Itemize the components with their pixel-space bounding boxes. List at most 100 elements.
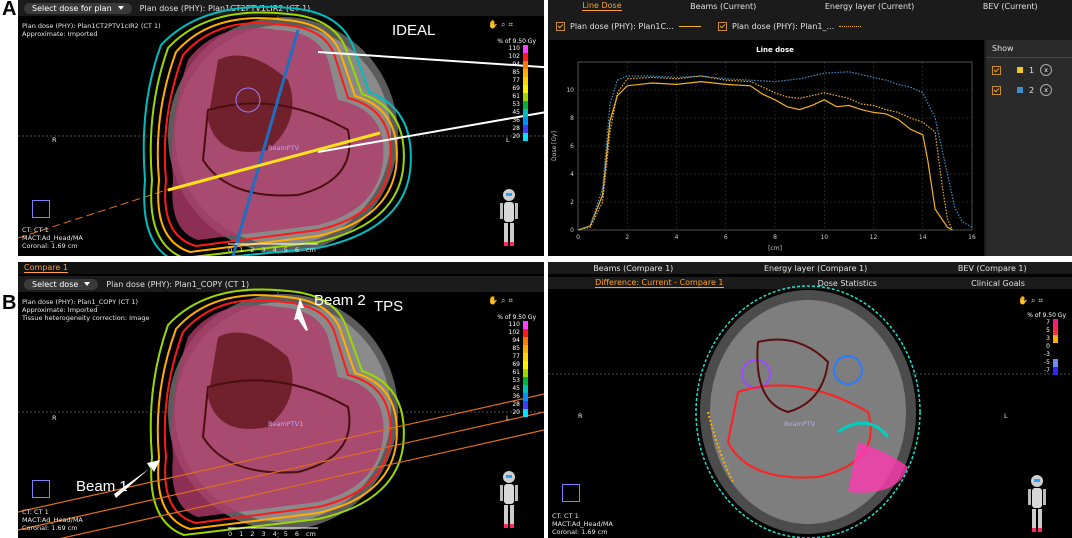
scale-tick: 5 bbox=[283, 246, 288, 254]
tab-beams-current[interactable]: Beams (Current) bbox=[690, 2, 756, 11]
legend-swatch bbox=[523, 69, 528, 77]
ct-dose-image-a[interactable] bbox=[18, 0, 544, 256]
y-tick-label: 0 bbox=[570, 227, 574, 234]
legend-swatch bbox=[523, 109, 528, 117]
legend-header: % of 9.50 Gy bbox=[497, 314, 536, 321]
legend-value: 28 bbox=[512, 401, 520, 408]
legend-row: 20 bbox=[484, 409, 536, 417]
target-label: BeamPTV1 bbox=[268, 420, 304, 428]
legend-row: 85 bbox=[484, 345, 536, 353]
y-axis-label: Dose [Gy] bbox=[551, 131, 558, 161]
legend-value: 110 bbox=[508, 45, 520, 52]
legend-swatch bbox=[523, 385, 528, 393]
beam-2-label: Beam 2 bbox=[314, 292, 366, 309]
tps-tag: TPS bbox=[374, 298, 404, 315]
hand-icon[interactable]: ✋ bbox=[488, 20, 498, 30]
plan2-check-label: Plan dose (PHY): Plan1_... bbox=[732, 22, 835, 31]
ruler-icon[interactable]: ⌗ bbox=[508, 296, 513, 306]
panel-c-tabs: Line Dose Beams (Current) Energy layer (… bbox=[548, 0, 1072, 12]
legend-row: 20 bbox=[484, 133, 536, 141]
legend-row: 102 bbox=[484, 329, 536, 337]
scale-unit: cm bbox=[305, 530, 316, 538]
hand-icon[interactable]: ✋ bbox=[1018, 296, 1028, 306]
panel-c-line-dose: Line Dose Beams (Current) Energy layer (… bbox=[548, 0, 1072, 256]
legend-header: % of 9.50 Gy bbox=[497, 38, 536, 45]
legend-row: 36 bbox=[484, 393, 536, 401]
series-line-1 bbox=[577, 80, 953, 231]
scale-tick: 0 bbox=[228, 246, 233, 254]
legend-row: 94 bbox=[484, 61, 536, 69]
tab-bev-current[interactable]: BEV (Current) bbox=[983, 2, 1038, 11]
legend-value: -3 bbox=[1044, 351, 1050, 358]
orientation-figure-icon[interactable] bbox=[498, 470, 520, 528]
ct-difference-image[interactable] bbox=[548, 262, 1072, 538]
legend-row: 102 bbox=[484, 53, 536, 61]
figure-letter-b: B bbox=[2, 292, 17, 314]
legend-value: 102 bbox=[508, 329, 520, 336]
legend-swatch bbox=[523, 77, 528, 85]
legend-row: 5 bbox=[1014, 327, 1066, 335]
scale-tick: 6 bbox=[294, 246, 299, 254]
scale-tick: 6 bbox=[294, 530, 299, 538]
legend-row: -5 bbox=[1014, 359, 1066, 367]
panel-b-dose-view: Compare 1 Select dose Plan dose (PHY): P… bbox=[18, 262, 544, 538]
orientation-cube-icon[interactable] bbox=[32, 200, 50, 218]
show-row-1: 1 x bbox=[986, 58, 1072, 82]
zoom-icon[interactable]: ⌕ bbox=[501, 20, 505, 30]
bottom-line-2: MACT:Ad_Head/MA bbox=[22, 516, 83, 524]
remove-line-1-button[interactable]: x bbox=[1040, 64, 1053, 76]
plan1-checkbox[interactable] bbox=[556, 22, 565, 31]
plan2-checkbox[interactable] bbox=[718, 22, 727, 31]
difference-legend: % of 9.50 Gy 7 5 3 0 -3 -5 -7 bbox=[1014, 312, 1066, 375]
y-tick-label: 2 bbox=[570, 199, 574, 206]
legend-value: 20 bbox=[512, 409, 520, 416]
plan1-check-label: Plan dose (PHY): Plan1C... bbox=[570, 22, 674, 31]
legend-row: 53 bbox=[484, 377, 536, 385]
x-tick-label: 6 bbox=[724, 234, 728, 241]
orientation-cube-icon[interactable] bbox=[32, 480, 50, 498]
ct-dose-image-b[interactable] bbox=[18, 262, 544, 538]
tab-energy-layer-current[interactable]: Energy layer (Current) bbox=[825, 2, 914, 11]
x-tick-label: 14 bbox=[919, 234, 927, 241]
side-left-r: R bbox=[52, 414, 57, 422]
bottom-line-3: Coronal: 1.69 cm bbox=[552, 528, 608, 536]
plan2-line-swatch bbox=[839, 26, 862, 27]
legend-value: 69 bbox=[512, 361, 520, 368]
scale-tick: 3 bbox=[261, 246, 266, 254]
scale-tick: 0 bbox=[228, 530, 233, 538]
show-checkbox-2[interactable] bbox=[992, 85, 1001, 95]
legend-swatch bbox=[523, 401, 528, 409]
orientation-figure-icon[interactable] bbox=[1026, 474, 1048, 532]
legend-row: 3 bbox=[1014, 335, 1066, 343]
tab-line-dose[interactable]: Line Dose bbox=[582, 1, 622, 11]
legend-value: 94 bbox=[512, 61, 520, 68]
scale-tick: 1 bbox=[239, 246, 244, 254]
side-right-l: L bbox=[1004, 412, 1008, 420]
legend-swatch bbox=[523, 125, 528, 133]
scale-tick: 2 bbox=[250, 530, 255, 538]
show-row-2: 2 x bbox=[986, 82, 1072, 98]
zoom-icon[interactable]: ⌕ bbox=[1031, 296, 1035, 306]
x-tick-label: 2 bbox=[625, 234, 629, 241]
legend-swatch bbox=[523, 345, 528, 353]
hand-icon[interactable]: ✋ bbox=[488, 296, 498, 306]
show-checkbox-1[interactable] bbox=[992, 65, 1001, 75]
remove-line-2-button[interactable]: x bbox=[1040, 84, 1053, 96]
legend-swatch bbox=[523, 45, 528, 53]
legend-swatch bbox=[523, 53, 528, 61]
legend-row: 85 bbox=[484, 69, 536, 77]
orientation-figure-icon[interactable] bbox=[498, 188, 520, 246]
plan2-check-row: Plan dose (PHY): Plan1_... bbox=[718, 22, 862, 31]
bottom-line-3: Coronal: 1.69 cm bbox=[22, 524, 78, 532]
ruler-icon[interactable]: ⌗ bbox=[1038, 296, 1043, 306]
legend-row: 28 bbox=[484, 401, 536, 409]
legend-row: -3 bbox=[1014, 351, 1066, 359]
orientation-cube-icon[interactable] bbox=[562, 484, 580, 502]
ruler-icon[interactable]: ⌗ bbox=[508, 20, 513, 30]
line-dose-chart[interactable]: Line dose 0 2 4 6 8 10 12 14 16 0 2 4 6 8 10 [cm] Dose [G… bbox=[548, 40, 984, 256]
show-index-2: 2 bbox=[1029, 85, 1035, 95]
legend-swatch bbox=[523, 377, 528, 385]
zoom-icon[interactable]: ⌕ bbox=[501, 296, 505, 306]
figure-letter-a: A bbox=[2, 0, 17, 20]
legend-swatch bbox=[523, 361, 528, 369]
